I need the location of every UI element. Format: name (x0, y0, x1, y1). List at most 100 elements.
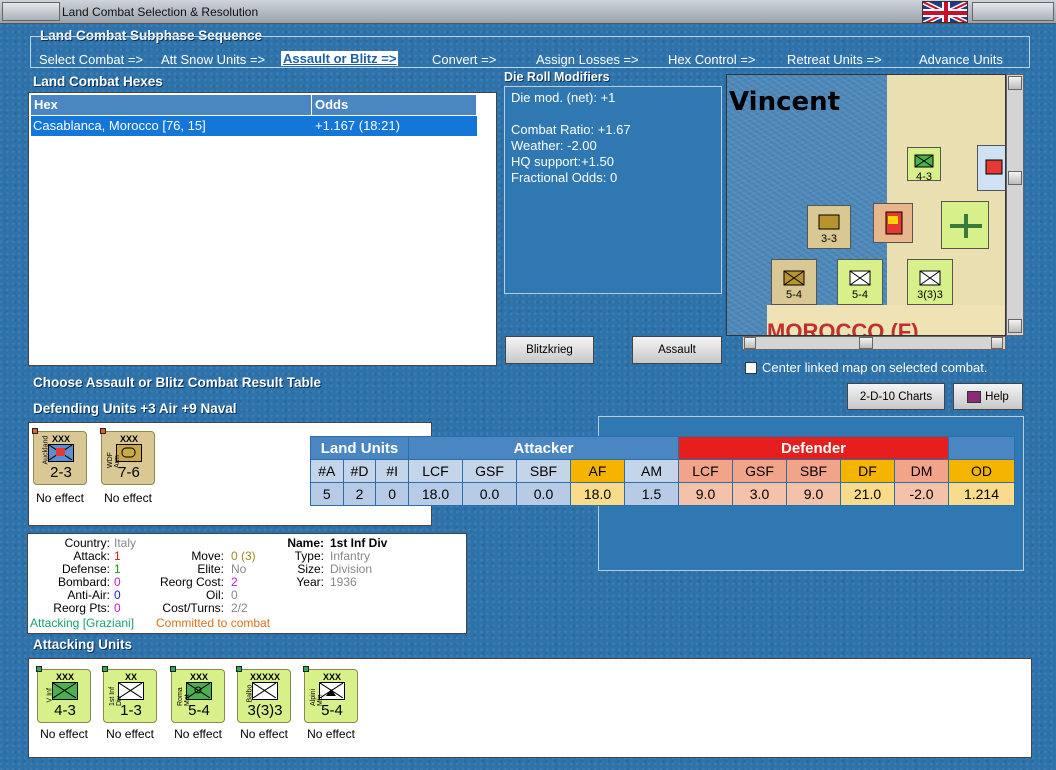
col-header: AM (624, 459, 679, 483)
center-map-checkbox[interactable] (745, 362, 757, 374)
map-unit-counter[interactable] (977, 145, 1005, 191)
help-label: Help (985, 391, 1009, 403)
col-header: GSF (732, 459, 787, 483)
unit-values: 4-3 (54, 702, 76, 719)
info-oil: 0 (231, 588, 238, 602)
unit-values: 2-3 (50, 464, 72, 481)
info-reorg: 0 (114, 601, 121, 615)
attacking-unit-counter[interactable]: XXX V Inf 4-3 (36, 666, 91, 723)
scroll-left-button[interactable] (744, 337, 756, 349)
die-roll-panel: Die mod. (net): +1 Combat Ratio: +1.67 W… (504, 86, 722, 294)
system-menu-button[interactable] (2, 2, 60, 21)
help-button[interactable]: Help (953, 383, 1023, 410)
map-unit-counter[interactable]: 3(3)3 (907, 259, 953, 305)
info-reorg-cost: 2 (231, 575, 238, 589)
unit-type-icon (52, 682, 78, 700)
step-hex-control[interactable]: Hex Control => (668, 52, 755, 67)
linked-map[interactable]: Vincent MOROCCO (F) 4-3 3-3 5-4 5-4 3(3)… (726, 74, 1006, 336)
col-header: #D (342, 459, 377, 483)
map-vertical-scrollbar[interactable] (1006, 74, 1024, 336)
defending-unit-counter[interactable]: XXX Auckland 2-3 (32, 428, 87, 485)
scroll-down-button[interactable] (1008, 319, 1022, 333)
unit-values: 5-4 (188, 702, 210, 719)
info-key: Reorg Cost: (159, 575, 224, 589)
unit-values: 3(3)3 (247, 702, 283, 719)
scroll-thumb[interactable] (1008, 171, 1022, 185)
info-country: Italy (114, 536, 137, 550)
blitzkrieg-button[interactable]: Blitzkrieg (505, 336, 594, 364)
value-cell: 9.0 (678, 482, 733, 506)
unit-effect: No effect (106, 727, 154, 741)
col-header: #A (310, 459, 344, 483)
attacking-label: Attacking Units (33, 637, 133, 652)
die-roll-title: Die Roll Modifiers (504, 70, 610, 84)
window-controls[interactable] (972, 2, 1054, 21)
hex-cell: Casablanca, Morocco [76, 15] (33, 118, 206, 133)
charts-button[interactable]: 2-D-10 Charts (847, 383, 945, 410)
map-unit-counter[interactable]: 5-4 (771, 259, 817, 305)
assault-button[interactable]: Assault (632, 336, 722, 364)
info-key: Cost/Turns: (162, 601, 224, 615)
combat-table: Land Units Attacker Defender #A #D #I LC… (310, 436, 1015, 506)
attacking-unit-counter[interactable]: XX 1st Inf Div 1-3 (102, 666, 157, 723)
step-retreat-units[interactable]: Retreat Units => (787, 52, 882, 67)
col-odds-header[interactable]: Odds (312, 95, 477, 115)
subphase-sequence: Select Combat => Att Snow Units => Assau… (30, 36, 1030, 68)
col-header: DM (894, 459, 949, 483)
col-header: SBF (516, 459, 571, 483)
info-key: Anti-Air: (67, 588, 110, 602)
map-region-label: MOROCCO (F) (767, 319, 919, 336)
defending-unit-counter[interactable]: XXX WDF Arm 7-6 (100, 428, 155, 485)
unit-effect: No effect (40, 727, 88, 741)
info-name: 1st Inf Div (330, 536, 388, 550)
info-status-committed: Committed to combat (156, 616, 271, 630)
map-label: Vincent (729, 87, 841, 117)
step-convert[interactable]: Convert => (432, 52, 496, 67)
attacker-header: Attacker (408, 436, 679, 460)
unit-type-icon (48, 444, 74, 462)
unit-effect: No effect (240, 727, 288, 741)
col-header: SBF (786, 459, 841, 483)
step-select-combat[interactable]: Select Combat => (39, 52, 143, 67)
info-key: Elite: (197, 562, 224, 576)
map-horizontal-scrollbar[interactable] (742, 336, 1006, 350)
unit-values: 7-6 (118, 464, 140, 481)
info-status-attacking: Attacking [Graziani] (30, 616, 135, 630)
unit-type-icon (252, 682, 278, 700)
attacking-unit-counter[interactable]: XXX Alpini Mtn 5-4 (303, 666, 358, 723)
step-advance-units[interactable]: Advance Units (919, 52, 1003, 67)
unit-effect: No effect (307, 727, 355, 741)
help-book-icon (967, 390, 982, 403)
table-header-blank (948, 436, 1015, 460)
col-header: LCF (408, 459, 463, 483)
map-unit-counter[interactable]: 4-3 (907, 147, 941, 183)
step-assault-or-blitz[interactable]: Assault or Blitz => (281, 51, 399, 66)
die-mod-line: Fractional Odds: 0 (511, 170, 618, 185)
attacking-unit-counter[interactable]: XXX Roma Mot 5-4 (170, 666, 225, 723)
step-att-snow-units[interactable]: Att Snow Units => (161, 52, 265, 67)
center-map-label: Center linked map on selected combat. (762, 360, 988, 375)
scroll-right-button[interactable] (991, 337, 1003, 349)
col-hex-header[interactable]: Hex (31, 95, 312, 115)
scroll-up-button[interactable] (1008, 76, 1022, 90)
map-unit-counter[interactable]: 3-3 (807, 205, 851, 249)
value-cell: 18.0 (408, 482, 463, 506)
value-cell: 18.0 (570, 482, 625, 506)
value-cell: 5 (310, 482, 344, 506)
col-header: AF (570, 459, 625, 483)
value-cell: -2.0 (894, 482, 949, 506)
map-unit-counter[interactable] (941, 201, 989, 249)
map-unit-counter[interactable]: 5-4 (837, 259, 883, 305)
info-key: Reorg Pts: (53, 601, 110, 615)
map-unit-counter[interactable] (873, 203, 913, 243)
table-row[interactable]: Casablanca, Morocco [76, 15] +1.167 (18:… (31, 116, 477, 136)
info-elite: No (231, 562, 247, 576)
info-cost-turns: 2/2 (231, 601, 248, 615)
col-header: #I (375, 459, 409, 483)
hexes-table: Hex Odds Casablanca, Morocco [76, 15] +1… (28, 92, 497, 366)
unit-name: Auckland (42, 435, 50, 465)
value-cell: 9.0 (786, 482, 841, 506)
step-assign-losses[interactable]: Assign Losses => (536, 52, 639, 67)
scroll-thumb[interactable] (859, 337, 873, 349)
attacking-unit-counter[interactable]: XXXXX Balbo 3(3)3 (236, 666, 291, 723)
